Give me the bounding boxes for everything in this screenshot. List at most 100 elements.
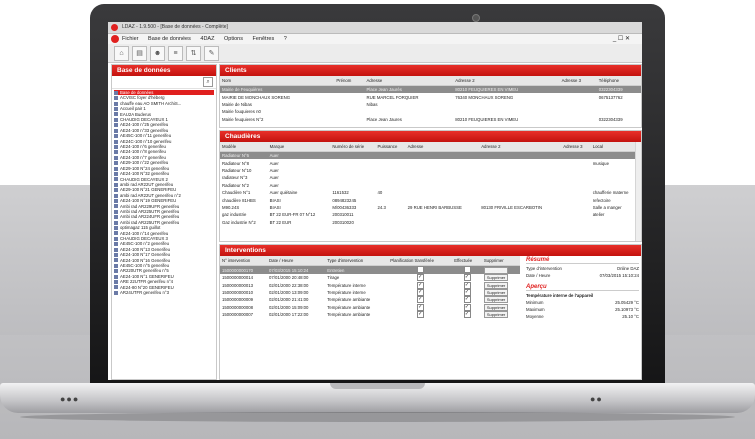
menu-4daz[interactable]: 4DAZ <box>200 36 214 42</box>
intervention-row[interactable]: 1500000000170 07/03/2015 15:10:24 Entretie… <box>220 265 520 274</box>
planification-checkbox[interactable]: ✓ <box>416 288 424 296</box>
column-header[interactable]: Adresse <box>405 142 480 152</box>
table-cell: 76340 MONCHAUX SORENG <box>455 94 514 100</box>
tree-item[interactable]: AR24UTFR generifeu n°3 <box>114 290 214 295</box>
planification-checkbox[interactable]: ✓ <box>416 296 424 304</box>
column-header[interactable]: Local <box>590 142 641 152</box>
table-row[interactable]: Chaudière N°1 Auer quiétaine 1161532 40 chau… <box>220 189 641 196</box>
table-row[interactable]: Mairie fouquieres n0 <box>220 108 641 115</box>
interventions-list: N° intervention Date / Heure Type d'interv… <box>220 256 520 319</box>
effectuee-checkbox[interactable]: ✓ <box>463 288 471 296</box>
resume-title: Résumé <box>526 257 639 264</box>
column-header[interactable]: Marque <box>267 142 331 152</box>
column-header[interactable]: Adresse 3 <box>561 142 591 152</box>
table-row[interactable]: M90.24S BIASI M/00436333 24.3 29 RUE HENRI B… <box>220 204 641 211</box>
menu-fenetres[interactable]: Fenêtres <box>253 36 275 42</box>
table-row[interactable]: chaudière 81HBS BIASI 0894823245 refectoire <box>220 196 641 203</box>
column-header[interactable]: Modèle <box>220 142 268 152</box>
column-header[interactable]: Téléphone <box>596 76 641 86</box>
column-header[interactable]: Adresse <box>364 76 454 86</box>
table-row[interactable]: MAIRIE DE MONCHAUX SORENG RUE MARCEL FORQ… <box>220 93 641 100</box>
table-row[interactable]: Mairie de Feuquières Place Jean Jaurès 802… <box>220 85 641 94</box>
menu-help[interactable]: ? <box>284 36 287 42</box>
table-cell: Radiateur N°8 <box>222 160 250 166</box>
column-header[interactable]: N° intervention <box>220 256 268 266</box>
supprimer-button[interactable]: Supprimer <box>483 274 509 282</box>
table-row[interactable]: Radiateur N°10 Auer <box>220 167 641 174</box>
planification-checkbox[interactable]: ✓ <box>416 303 424 311</box>
table-cell <box>330 174 375 181</box>
column-header[interactable]: Planification transférée <box>388 256 453 266</box>
planification-checkbox[interactable]: ✓ <box>416 281 424 289</box>
intervention-row[interactable]: 1500000000007 02/01/2000 17:22:00 Températ… <box>220 311 520 319</box>
intervention-row[interactable]: 1500000000009 02/01/2000 21:41:00 Températ… <box>220 296 520 304</box>
table-cell <box>406 189 480 196</box>
planification-checkbox[interactable]: ✓ <box>416 311 424 319</box>
intervention-date: 02/01/2000 13:09:00 <box>269 289 309 295</box>
tree-node-icon <box>114 253 118 258</box>
supprimer-button[interactable]: Supprimer <box>483 303 509 311</box>
supprimer-button[interactable]: Supprimer <box>483 311 509 319</box>
table-row[interactable]: Mairie de Nibas Nibas <box>220 101 641 108</box>
table-cell <box>560 108 597 115</box>
effectuee-checkbox[interactable] <box>463 266 471 273</box>
supprimer-button[interactable]: Supprimer <box>483 288 509 296</box>
intervention-row[interactable]: 1500000000008 02/01/2000 15:09:00 Températ… <box>220 303 520 311</box>
table-cell <box>561 189 591 196</box>
table-row[interactable]: Mairie feuquieres N°2 Place Jean Jaures 80… <box>220 116 641 123</box>
table-cell: Auer <box>269 175 279 181</box>
effectuee-checkbox[interactable]: ✓ <box>463 274 471 282</box>
effectuee-checkbox[interactable]: ✓ <box>463 296 471 304</box>
intervention-row[interactable]: 1500000000010 02/01/2000 13:09:00 Températ… <box>220 288 520 296</box>
tree-node-icon <box>114 144 118 149</box>
window-controls[interactable]: _ ☐ ✕ <box>613 34 630 44</box>
column-header[interactable]: Date / Heure <box>267 256 326 266</box>
column-header[interactable]: Prénom <box>334 76 365 86</box>
table-row[interactable]: Radiateur N°2 Auer <box>220 182 641 189</box>
intervention-row[interactable]: 1500000000014 07/01/2000 20:48:00 Tirage ✓ ✓… <box>220 274 520 282</box>
column-header[interactable]: Adresse 2 <box>453 76 560 86</box>
table-row[interactable]: gaz industrie BT 22 EUR-FR 07 N°12 2003100… <box>220 211 641 218</box>
table-row[interactable]: Radiateur N°8 Auer musique <box>220 159 641 166</box>
column-header[interactable]: Adresse 3 <box>559 76 597 86</box>
column-header[interactable]: Numéro de série <box>330 142 376 152</box>
column-header[interactable]: Effectuée <box>452 256 482 266</box>
table-cell <box>330 159 375 166</box>
search-icon[interactable]: ⌕ <box>203 77 213 87</box>
menu-options[interactable]: Options <box>224 36 243 42</box>
list-icon[interactable]: ≡ <box>168 45 183 61</box>
tools-icon[interactable]: ✎ <box>204 45 219 61</box>
tree-node-icon <box>114 226 118 231</box>
chaudieres-scrollbar[interactable] <box>635 142 641 241</box>
column-header[interactable]: Puissance <box>375 142 406 152</box>
table-row[interactable]: Radiateur N°6 Auer <box>220 151 641 160</box>
database-icon[interactable]: ▤ <box>132 45 147 61</box>
intervention-row[interactable]: 1500000000013 02/01/2000 22:38:00 Températ… <box>220 281 520 289</box>
planification-cell: ✓ <box>388 303 452 311</box>
menu-base-de-donnees[interactable]: Base de données <box>148 36 191 42</box>
effectuee-checkbox[interactable]: ✓ <box>463 303 471 311</box>
resume-panel: Résumé Type d'intervention Online DAZ Da… <box>526 257 639 337</box>
table-row[interactable]: Gaz industrie N°2 BT 22 EUR 200310020 <box>220 219 641 226</box>
users-icon[interactable]: ☻ <box>150 45 165 61</box>
sort-icon[interactable]: ⇅ <box>186 45 201 61</box>
tree-node-icon <box>114 117 118 122</box>
clients-table: Nom Prénom Adresse Adresse 2 Adresse 3 Téléph… <box>220 76 641 123</box>
column-header[interactable]: Nom <box>220 76 335 86</box>
column-header[interactable]: Type d'intervention <box>325 256 389 266</box>
menu-fichier[interactable]: Fichier <box>122 36 139 42</box>
planification-checkbox[interactable]: ✓ <box>416 274 424 282</box>
planification-checkbox[interactable] <box>416 266 424 273</box>
table-cell <box>479 211 561 218</box>
column-header[interactable]: Supprimer <box>481 256 520 266</box>
home-icon[interactable]: ⌂ <box>114 45 129 61</box>
tree-node-icon <box>114 182 118 187</box>
supprimer-button[interactable]: Supprimer <box>483 281 509 289</box>
tree-search[interactable]: ⌕ <box>112 76 216 89</box>
table-row[interactable]: radiateur N°3 Auer <box>220 174 641 181</box>
supprimer-button[interactable]: Supprimer <box>483 266 509 274</box>
effectuee-checkbox[interactable]: ✓ <box>463 281 471 289</box>
supprimer-button[interactable]: Supprimer <box>483 296 509 304</box>
column-header[interactable]: Adresse 2 <box>479 142 562 152</box>
effectuee-checkbox[interactable]: ✓ <box>463 311 471 319</box>
